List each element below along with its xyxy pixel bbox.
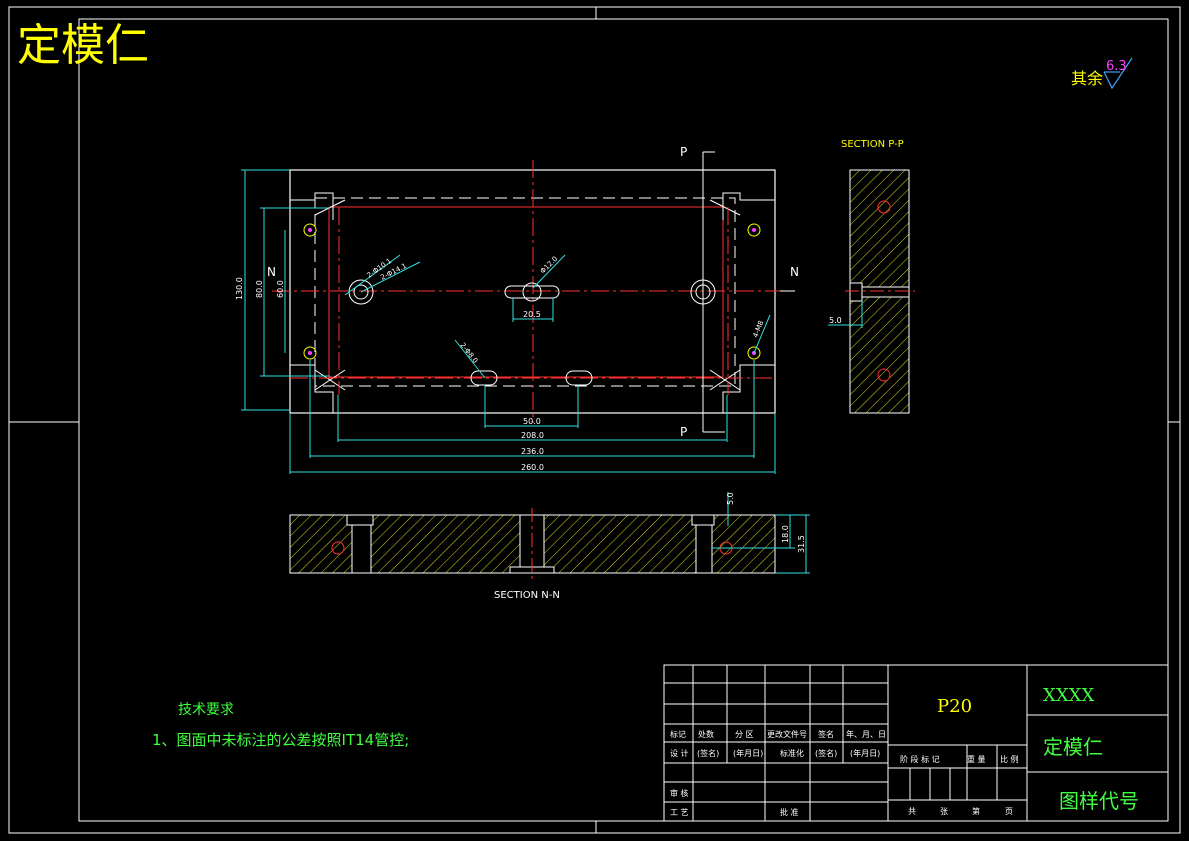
dim-260: 260.0 <box>521 463 544 472</box>
title-company: XXXX <box>1043 685 1094 706</box>
callout-hole-c: Φ12.0 <box>539 255 560 276</box>
section-marker-p-bottom: P <box>680 425 687 439</box>
tb-row-label-1: 处数 <box>698 729 714 739</box>
tb-sheet-0: 共 <box>908 807 916 816</box>
tb-design-2: (年月日) <box>733 748 763 758</box>
tb-row-label-5: 年、月、日 <box>846 729 886 739</box>
section-nn-view: 5.0 18.0 31.5 SECTION N-N <box>289 492 810 601</box>
section-pp-dim-depth: 5.0 <box>829 316 842 325</box>
dim-236: 236.0 <box>521 447 544 456</box>
tb-review: 审 核 <box>670 788 689 798</box>
tb-sheet-2: 第 <box>972 806 980 816</box>
tb-row-label-4: 签名 <box>818 729 834 739</box>
roughness-label: 其余 <box>1071 69 1103 88</box>
tb-sheet-3: 页 <box>1005 807 1013 816</box>
tb-design-0: 设 计 <box>670 748 689 758</box>
callout-hole-d: 2-Φ8.0 <box>458 341 479 365</box>
roughness-value: 6.3 <box>1106 59 1127 74</box>
tb-stage-label-1: 重 量 <box>967 754 986 764</box>
title-drawing-name: 定模仁 <box>1043 735 1103 759</box>
section-marker-n-left: N <box>267 265 276 279</box>
title-part-no: P20 <box>937 696 972 717</box>
dim-20-5: 20.5 <box>523 310 541 319</box>
tb-row-label-0: 标记 <box>670 729 686 739</box>
tb-stage-label-2: 比 例 <box>1000 754 1019 764</box>
tb-sheet-1: 张 <box>940 807 948 816</box>
section-marker-p-top: P <box>680 145 687 159</box>
corner-title: 定模仁 <box>17 20 149 71</box>
tb-design-5: (年月日) <box>850 748 880 758</box>
section-marker-n-right: N <box>790 265 799 279</box>
tb-design-1: (签名) <box>697 748 719 758</box>
dim-80: 80.0 <box>255 280 264 298</box>
title-drawing-code: 图样代号 <box>1059 789 1139 813</box>
section-nn-dim-mid: 18.0 <box>781 525 790 543</box>
tb-design-3: 标准化 <box>780 748 804 758</box>
dim-208: 208.0 <box>521 431 544 440</box>
dim-60: 60.0 <box>276 280 285 298</box>
title-block: XXXX 定模仁 图样代号 P20 标记 处数 分 区 更改文件号 签名 年、月… <box>663 664 1169 822</box>
section-nn-dim-top: 5.0 <box>726 492 735 505</box>
tb-row-label-2: 分 区 <box>735 730 754 739</box>
section-nn-dim-total: 31.5 <box>797 535 806 553</box>
section-pp-title: SECTION P-P <box>841 139 904 150</box>
cad-drawing: 定模仁 其余 6.3 P P N N 130.0 80.0 60.0 20.5 … <box>8 6 1181 834</box>
section-nn-title: SECTION N-N <box>494 590 560 601</box>
plan-view: P P N N 130.0 80.0 60.0 20.5 50.0 208.0 … <box>235 145 799 474</box>
notes-line-1: 1、图面中未标注的公差按照IT14管控; <box>152 731 409 749</box>
tb-row-label-3: 更改文件号 <box>767 729 807 739</box>
section-pp-view: SECTION P-P 5.0 <box>828 139 915 414</box>
callout-hole-e: 4-M8 <box>751 320 765 339</box>
tb-design-4: (签名) <box>815 748 837 758</box>
tb-stage-label-0: 阶 段 标 记 <box>900 754 940 764</box>
dim-50: 50.0 <box>523 417 541 426</box>
dim-130: 130.0 <box>235 277 244 300</box>
tb-process: 工 艺 <box>670 808 689 817</box>
tb-approve: 批 准 <box>780 807 799 817</box>
roughness-symbol: 其余 6.3 <box>1071 57 1133 90</box>
notes-title: 技术要求 <box>178 702 234 718</box>
